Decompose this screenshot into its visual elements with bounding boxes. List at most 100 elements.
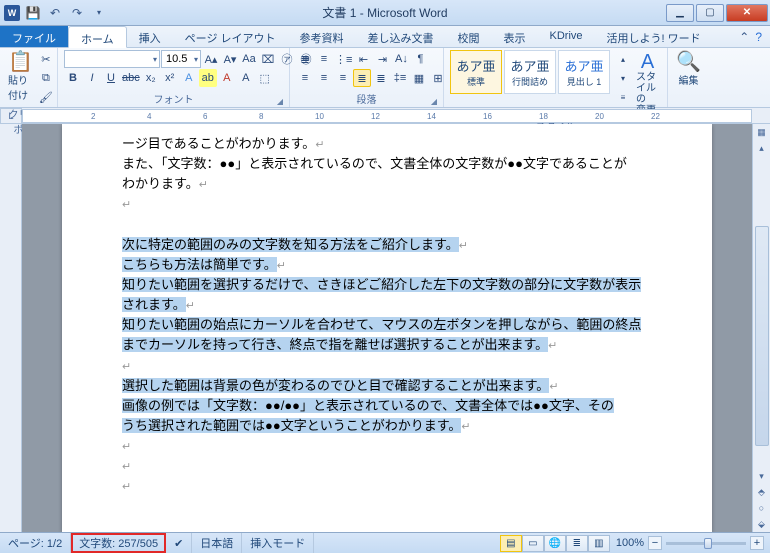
status-insert-mode[interactable]: 挿入モード (242, 533, 314, 553)
tab-review[interactable]: 校閲 (446, 26, 492, 47)
style-gallery-more-icon[interactable]: ≡ (614, 88, 632, 106)
distribute-icon[interactable]: ≣ (372, 69, 390, 87)
help-icon[interactable]: ? (755, 30, 762, 44)
scroll-up-icon[interactable]: ▴ (754, 140, 770, 156)
view-web-icon[interactable]: 🌐 (544, 535, 566, 552)
vertical-scrollbar[interactable]: ▦ ▴ ▾ ⬘ ○ ⬙ (752, 124, 770, 532)
font-color-icon[interactable]: A (218, 69, 236, 87)
minimize-button[interactable]: ▁ (666, 4, 694, 22)
line-spacing-icon[interactable]: ‡≡ (391, 69, 409, 87)
subscript-icon[interactable]: x₂ (142, 69, 160, 87)
copy-icon[interactable]: ⧉ (37, 69, 55, 87)
style-heading1[interactable]: あア亜見出し 1 (558, 50, 610, 94)
view-print-layout-icon[interactable]: ▤ (500, 535, 522, 552)
align-left-icon[interactable]: ≡ (296, 69, 314, 87)
qat-redo-icon[interactable]: ↷ (68, 4, 86, 22)
italic-icon[interactable]: I (83, 69, 101, 87)
tab-home[interactable]: ホーム (68, 26, 127, 48)
clear-format-icon[interactable]: ⌧ (259, 50, 277, 68)
horizontal-ruler[interactable]: 2 4 6 8 10 12 14 16 18 20 22 (22, 109, 752, 123)
selected-text: 画像の例では「文字数：●●/●●」と表示されているので、文書全体では●●文字、そ… (122, 398, 614, 413)
superscript-icon[interactable]: x² (161, 69, 179, 87)
paragraph-launcher-icon[interactable]: ◢ (431, 97, 437, 106)
status-word-count[interactable]: 文字数: 257/505 (71, 533, 166, 553)
view-outline-icon[interactable]: ≣ (566, 535, 588, 552)
style-no-spacing[interactable]: あア亜行間詰め (504, 50, 556, 94)
numbering-icon[interactable]: ≡ (315, 50, 333, 68)
text-line: また、「文字数：●●」と表示されているので、文書全体の文字数が●●文字であること… (122, 156, 627, 171)
style-normal[interactable]: あア亜標準 (450, 50, 502, 94)
scroll-thumb[interactable] (755, 226, 769, 446)
align-center-icon[interactable]: ≡ (315, 69, 333, 87)
tab-use[interactable]: 活用しよう! ワード (595, 26, 713, 47)
status-page[interactable]: ページ: 1/2 (0, 533, 71, 553)
style-gallery-up-icon[interactable]: ▴ (614, 50, 632, 68)
paste-label: 貼り付け (8, 72, 33, 102)
text-line: ージ目であることがわかります。 (122, 136, 315, 151)
status-proofing-icon[interactable]: ✔ (166, 533, 192, 553)
grow-font-icon[interactable]: A▴ (202, 50, 220, 68)
qat-customize-icon[interactable]: ▾ (90, 4, 108, 22)
style-gallery-down-icon[interactable]: ▾ (614, 69, 632, 87)
vertical-ruler[interactable] (0, 124, 22, 532)
sort-icon[interactable]: A↓ (392, 50, 410, 68)
document-page[interactable]: ージ目であることがわかります。↵ また、「文字数：●●」と表示されているので、文… (62, 124, 712, 532)
tab-insert[interactable]: 挿入 (127, 26, 173, 47)
paste-icon: 📋 (8, 52, 33, 72)
format-painter-icon[interactable]: 🖌 (37, 88, 55, 106)
zoom-out-button[interactable]: − (648, 536, 662, 550)
zoom-in-button[interactable]: + (750, 536, 764, 550)
maximize-button[interactable]: ▢ (696, 4, 724, 22)
char-border-icon[interactable]: ⬚ (256, 69, 274, 87)
multilevel-icon[interactable]: ⋮≡ (334, 50, 353, 68)
font-launcher-icon[interactable]: ◢ (277, 97, 283, 106)
qat-undo-icon[interactable]: ↶ (46, 4, 64, 22)
decrease-indent-icon[interactable]: ⇤ (354, 50, 372, 68)
tab-view[interactable]: 表示 (492, 26, 538, 47)
font-family-select[interactable]: ▾ (64, 50, 160, 68)
shrink-font-icon[interactable]: A▾ (221, 50, 239, 68)
scroll-down-icon[interactable]: ▾ (754, 468, 770, 484)
find-icon: 🔍 (676, 52, 701, 72)
char-shading-icon[interactable]: A (237, 69, 255, 87)
zoom-slider[interactable] (666, 542, 746, 545)
tab-mailings[interactable]: 差し込み文書 (356, 26, 446, 47)
prev-page-icon[interactable]: ⬘ (754, 484, 770, 500)
change-case-icon[interactable]: Aa (240, 50, 258, 68)
strike-icon[interactable]: abc (121, 69, 141, 87)
selected-text: こちらも方法は簡単です。 (122, 257, 277, 272)
show-marks-icon[interactable]: ¶ (411, 50, 429, 68)
view-read-icon[interactable]: ▭ (522, 535, 544, 552)
bullets-icon[interactable]: ≣ (296, 50, 314, 68)
underline-icon[interactable]: U (102, 69, 120, 87)
align-right-icon[interactable]: ≡ (334, 69, 352, 87)
minimize-ribbon-icon[interactable]: ⌃ (739, 30, 749, 44)
text-effects-icon[interactable]: A (180, 69, 198, 87)
document-area: ージ目であることがわかります。↵ また、「文字数：●●」と表示されているので、文… (0, 124, 770, 532)
cut-icon[interactable]: ✂ (37, 50, 55, 68)
status-language[interactable]: 日本語 (192, 533, 242, 553)
zoom-level[interactable]: 100% (616, 537, 644, 549)
tab-page-layout[interactable]: ページ レイアウト (173, 26, 288, 47)
selected-text: うち選択された範囲では●●文字ということがわかります。 (122, 418, 461, 433)
increase-indent-icon[interactable]: ⇥ (373, 50, 391, 68)
font-size-select[interactable]: 10.5▾ (161, 50, 201, 68)
paste-button[interactable]: 📋 貼り付け (6, 50, 35, 104)
view-draft-icon[interactable]: ▥ (588, 535, 610, 552)
next-page-icon[interactable]: ⬙ (754, 516, 770, 532)
editing-button[interactable]: 🔍 編集 (674, 50, 703, 89)
browse-object-icon[interactable]: ○ (754, 500, 770, 516)
justify-icon[interactable]: ≣ (353, 69, 371, 87)
bold-icon[interactable]: B (64, 69, 82, 87)
change-styles-button[interactable]: A スタイルの 変更 (634, 50, 661, 118)
tab-kdrive[interactable]: KDrive (538, 26, 595, 47)
highlight-icon[interactable]: ab (199, 69, 217, 87)
tab-references[interactable]: 参考資料 (288, 26, 356, 47)
ruler-toggle-icon[interactable]: ▦ (754, 124, 770, 140)
group-paragraph-label: 段落 (357, 95, 377, 106)
shading-icon[interactable]: ▦ (410, 69, 428, 87)
close-button[interactable]: ✕ (726, 4, 768, 22)
qat-save-icon[interactable]: 💾 (24, 4, 42, 22)
tab-file[interactable]: ファイル (0, 26, 68, 47)
zoom-slider-thumb[interactable] (704, 538, 712, 549)
